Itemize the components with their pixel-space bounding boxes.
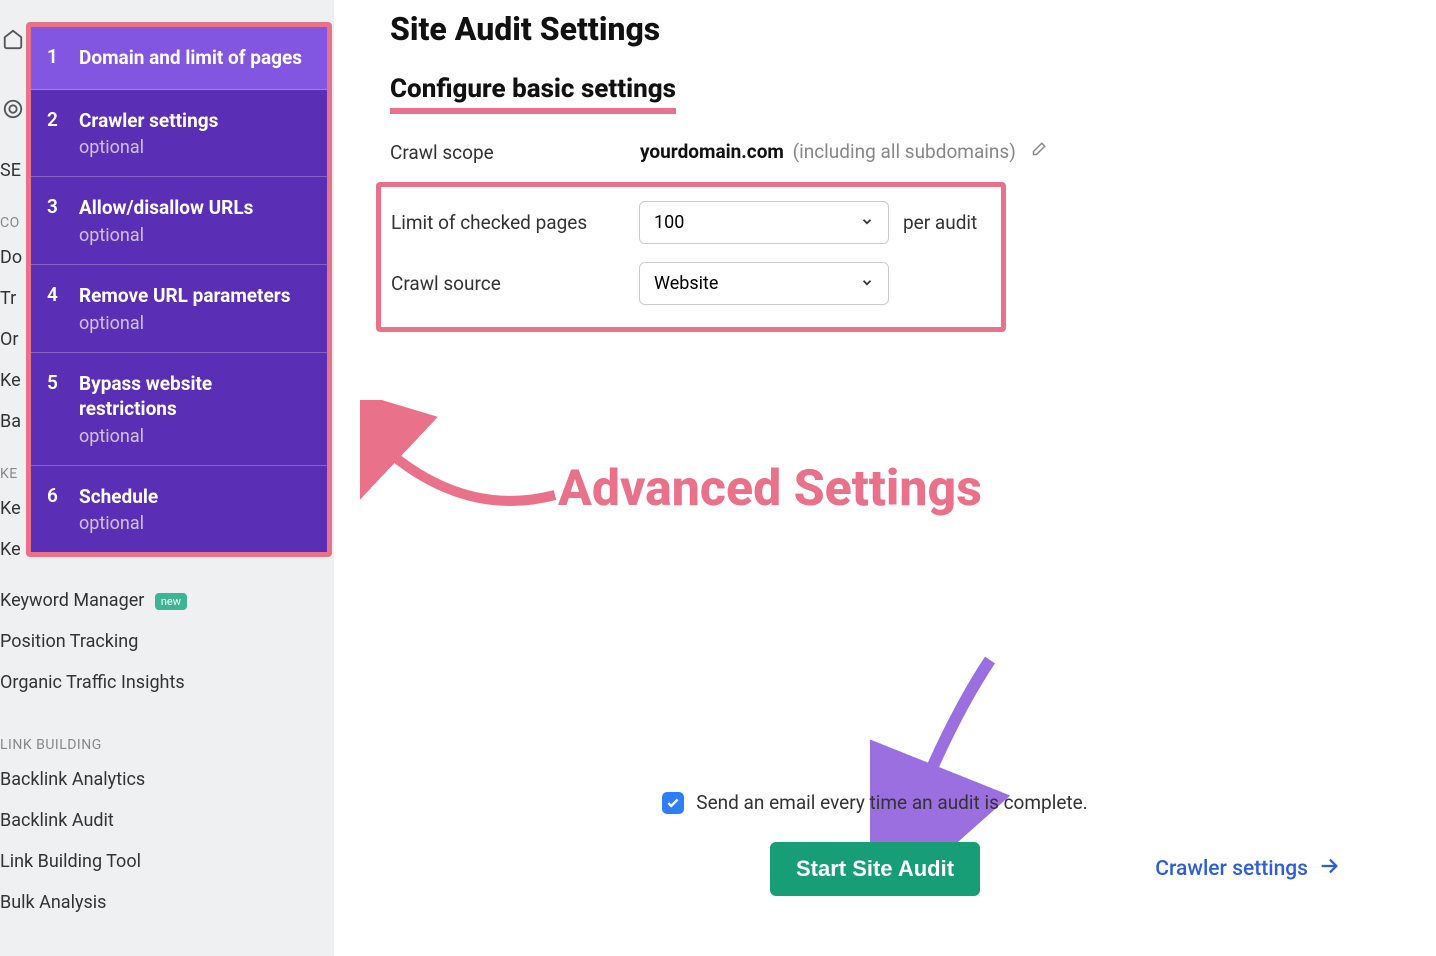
bg-nav-fragment: Or [0, 319, 22, 360]
step-title: Domain and limit of pages [79, 45, 311, 71]
step-number: 3 [47, 195, 79, 246]
chevron-down-icon [860, 212, 874, 233]
new-badge: new [155, 593, 187, 610]
step-title: Remove URL parameters [79, 283, 311, 309]
start-site-audit-button[interactable]: Start Site Audit [770, 842, 980, 896]
footer-actions: Send an email every time an audit is com… [390, 791, 1360, 896]
main-content: Site Audit Settings Configure basic sett… [390, 10, 1400, 332]
limit-pages-label: Limit of checked pages [391, 211, 639, 234]
bg-nav-fragment: SE [0, 150, 22, 191]
chevron-down-icon [860, 273, 874, 294]
step-number: 2 [47, 108, 79, 159]
bg-nav-fragment: Do [0, 237, 22, 278]
nav-backlink-audit[interactable]: Backlink Audit [0, 800, 187, 841]
nav-link-building-tool[interactable]: Link Building Tool [0, 841, 187, 882]
crawl-scope-label: Crawl scope [390, 141, 640, 164]
nav-section-link-building: LINK BUILDING [0, 723, 187, 759]
limit-pages-select[interactable]: 100 [639, 201, 889, 244]
subsection-title: Configure basic settings [390, 74, 676, 104]
limit-pages-value: 100 [654, 212, 684, 233]
nav-bulk-analysis[interactable]: Bulk Analysis [0, 882, 187, 923]
email-checkbox-label: Send an email every time an audit is com… [696, 791, 1087, 814]
wizard-steps-panel: 1 Domain and limit of pages 2 Crawler se… [26, 22, 332, 557]
wizard-step-bypass-restrictions[interactable]: 5 Bypass website restrictions optional [31, 353, 327, 466]
bg-nav-fragment: Ke [0, 529, 22, 570]
settings-highlight-box: Limit of checked pages 100 per audit Cra… [376, 182, 1006, 332]
wizard-step-schedule[interactable]: 6 Schedule optional [31, 466, 327, 553]
bg-nav-fragment: Ke [0, 360, 22, 401]
step-subtitle: optional [79, 513, 311, 534]
step-subtitle: optional [79, 313, 311, 334]
annotation-advanced-settings: Advanced Settings [558, 460, 982, 518]
page-title: Site Audit Settings [390, 10, 1400, 48]
step-number: 4 [47, 283, 79, 334]
edit-icon[interactable] [1029, 141, 1047, 164]
wizard-step-domain-limit[interactable]: 1 Domain and limit of pages [31, 27, 327, 90]
step-number: 1 [47, 45, 79, 71]
email-checkbox[interactable] [662, 792, 684, 814]
step-title: Allow/disallow URLs [79, 195, 311, 221]
annotation-arrow-icon [360, 400, 570, 530]
crawl-source-row: Crawl source Website [391, 262, 991, 305]
nav-position-tracking[interactable]: Position Tracking [0, 621, 187, 662]
step-title: Crawler settings [79, 108, 311, 134]
limit-pages-suffix: per audit [903, 211, 977, 234]
crawl-source-select[interactable]: Website [639, 262, 889, 305]
arrow-right-icon [1318, 855, 1340, 883]
next-crawler-settings-link[interactable]: Crawler settings [1155, 855, 1340, 883]
wizard-step-crawler-settings[interactable]: 2 Crawler settings optional [31, 90, 327, 178]
email-notification-row: Send an email every time an audit is com… [390, 791, 1360, 814]
nav-backlink-analytics[interactable]: Backlink Analytics [0, 759, 187, 800]
step-subtitle: optional [79, 225, 311, 246]
step-title: Schedule [79, 484, 311, 510]
crawl-scope-domain: yourdomain.com [640, 140, 784, 163]
crawl-scope-value: yourdomain.com (including all subdomains… [640, 140, 1047, 164]
step-number: 5 [47, 371, 79, 447]
nav-organic-insights[interactable]: Organic Traffic Insights [0, 662, 187, 703]
wizard-step-remove-params[interactable]: 4 Remove URL parameters optional [31, 265, 327, 353]
home-icon [2, 28, 24, 54]
next-link-label: Crawler settings [1155, 857, 1308, 881]
crawl-scope-suffix: (including all subdomains) [793, 140, 1016, 163]
crawl-scope-row: Crawl scope yourdomain.com (including al… [390, 140, 1400, 164]
bg-nav-fragment: Ke [0, 488, 22, 529]
step-subtitle: optional [79, 426, 311, 447]
nav-label: Keyword Manager [0, 590, 144, 611]
nav-keyword-manager[interactable]: Keyword Manager new [0, 580, 187, 621]
limit-pages-row: Limit of checked pages 100 per audit [391, 201, 991, 244]
step-subtitle: optional [79, 137, 311, 158]
step-title: Bypass website restrictions [79, 371, 311, 422]
bg-nav-fragment: CO [0, 201, 22, 237]
crawl-source-value: Website [654, 273, 718, 294]
bg-nav-fragment: Ba [0, 401, 22, 442]
wizard-step-allow-disallow[interactable]: 3 Allow/disallow URLs optional [31, 177, 327, 265]
target-icon [2, 98, 24, 124]
step-number: 6 [47, 484, 79, 535]
crawl-source-label: Crawl source [391, 272, 639, 295]
bg-nav-fragment: Tr [0, 278, 22, 319]
bg-nav-fragment: KE [0, 452, 22, 488]
